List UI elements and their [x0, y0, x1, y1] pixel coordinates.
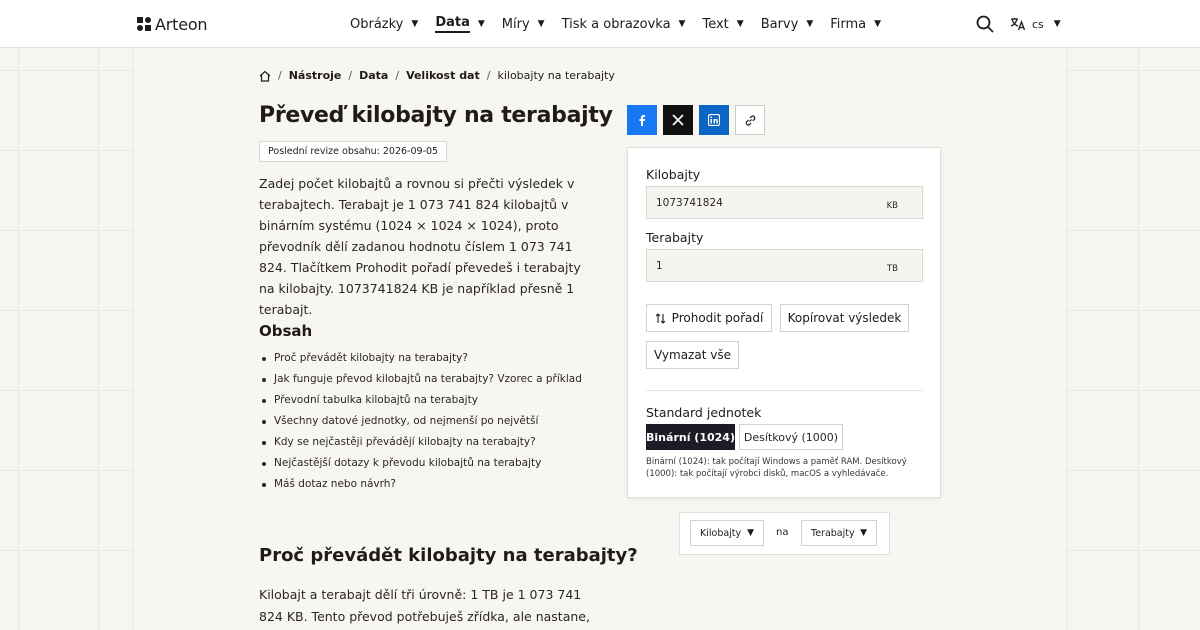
nav-item-obrazky[interactable]: Obrázky ▼ [350, 0, 418, 48]
home-icon[interactable] [259, 70, 271, 82]
toc-link[interactable]: Nejčastější dotazy k převodu kilobajtů n… [259, 453, 599, 474]
share-linkedin-button[interactable] [699, 105, 729, 135]
kilobytes-input[interactable]: 1073741824 KB [646, 186, 923, 219]
kilobytes-unit-suffix: KB [886, 201, 898, 211]
caret-down-icon: ▼ [678, 19, 686, 29]
caret-down-icon: ▼ [411, 19, 419, 29]
kilobytes-input-value: 1073741824 [656, 197, 723, 209]
breadcrumb-item-velikost-dat[interactable]: Velikost dat [406, 69, 480, 82]
share-facebook-button[interactable] [627, 105, 657, 135]
section-paragraph: Kilobajt a terabajt dělí tři úrovně: 1 T… [259, 587, 590, 624]
toc-title: Obsah [259, 322, 313, 340]
nav-item-label: Obrázky [350, 16, 404, 32]
toc-link[interactable]: Jak funguje převod kilobajtů na terabajt… [259, 369, 599, 390]
terabytes-unit-suffix: TB [886, 264, 898, 274]
swap-order-label: Prohodit pořadí [671, 311, 764, 325]
copy-link-button[interactable] [735, 105, 765, 135]
linkedin-icon [708, 114, 720, 126]
top-navigation-bar: Arteon Obrázky ▼ Data ▼ Míry ▼ Tisk a ob… [0, 0, 1200, 48]
breadcrumb-item-nastroje[interactable]: Nástroje [289, 69, 342, 82]
nav-item-label: Tisk a obrazovka [561, 16, 671, 32]
binary-standard-toggle[interactable]: Binární (1024) [646, 424, 735, 450]
nav-item-barvy[interactable]: Barvy ▼ [761, 0, 814, 48]
share-x-button[interactable] [663, 105, 693, 135]
swap-order-button[interactable]: Prohodit pořadí [646, 304, 772, 332]
nav-item-label: Míry [501, 16, 530, 32]
toc-link[interactable]: Kdy se nejčastěji převádějí kilobajty na… [259, 432, 599, 453]
caret-down-icon: ▼ [874, 19, 882, 29]
caret-down-icon: ▼ [537, 19, 545, 29]
unit-standard-note: Binární (1024): tak počítají Windows a p… [646, 457, 907, 479]
to-unit-label: Terabajty [646, 230, 704, 245]
from-unit-select[interactable]: Kilobajty ▼ [690, 520, 764, 546]
caret-down-icon: ▼ [747, 528, 754, 538]
language-switcher[interactable]: cs ▼ [1010, 15, 1061, 33]
toc-link[interactable]: Převodní tabulka kilobajtů na terabajty [259, 390, 599, 411]
nav-item-tisk-a-obrazovka[interactable]: Tisk a obrazovka ▼ [562, 0, 686, 48]
to-unit-select[interactable]: Terabajty ▼ [801, 520, 877, 546]
caret-down-icon: ▼ [806, 19, 814, 29]
intro-paragraph: Zadej počet kilobajtů a rovnou si přečti… [259, 176, 581, 317]
revision-badge: Poslední revize obsahu: 2026-09-05 [259, 141, 448, 162]
nav-item-label: Data [435, 15, 470, 33]
terabytes-input-value: 1 [656, 260, 663, 272]
toc-link[interactable]: Máš dotaz nebo návrh? [259, 474, 599, 495]
decimal-standard-toggle[interactable]: Desítkový (1000) [739, 424, 843, 450]
nav-item-firma[interactable]: Firma ▼ [830, 0, 881, 48]
copy-result-button[interactable]: Kopírovat výsledek [780, 304, 909, 332]
nav-item-label: Firma [830, 16, 867, 32]
to-unit-select-value: Terabajty [811, 527, 855, 539]
breadcrumb-separator: / [348, 69, 353, 82]
main-nav: Obrázky ▼ Data ▼ Míry ▼ Tisk a obrazovka… [350, 0, 898, 48]
from-unit-select-value: Kilobajty [700, 527, 742, 539]
x-logo-icon [672, 114, 684, 126]
page-title: Převeď kilobajty na terabajty [259, 103, 613, 128]
unit-pair-connector: na [776, 527, 789, 538]
nav-item-label: Text [702, 16, 729, 32]
caret-down-icon: ▼ [1053, 19, 1061, 29]
breadcrumb-item-data[interactable]: Data [359, 69, 388, 82]
brand-logo-icon [137, 17, 151, 31]
caret-down-icon: ▼ [736, 19, 744, 29]
nav-item-data[interactable]: Data ▼ [435, 0, 485, 48]
toc-link[interactable]: Všechny datové jednotky, od nejmenší po … [259, 411, 599, 432]
unit-standard-label: Standard jednotek [646, 405, 762, 420]
breadcrumb: / Nástroje / Data / Velikost dat / kilob… [259, 69, 615, 82]
brand-logo[interactable]: Arteon [137, 14, 208, 34]
translate-icon [1010, 18, 1026, 31]
breadcrumb-current: kilobajty na terabajty [497, 69, 615, 82]
breadcrumb-separator: / [278, 69, 282, 82]
from-unit-label: Kilobajty [646, 167, 701, 182]
converter-divider [646, 390, 923, 391]
nav-item-text[interactable]: Text ▼ [702, 0, 743, 48]
link-icon [745, 114, 755, 126]
clear-all-button[interactable]: Vymazat vše [646, 341, 739, 369]
nav-item-miry[interactable]: Míry ▼ [502, 0, 545, 48]
breadcrumb-separator: / [486, 69, 491, 82]
breadcrumb-separator: / [395, 69, 400, 82]
language-code: cs [1032, 17, 1044, 31]
toc-list: Proč převádět kilobajty na terabajty? Ja… [259, 348, 599, 495]
copy-result-label: Kopírovat výsledek [787, 311, 902, 325]
swap-arrows-icon [655, 312, 666, 324]
caret-down-icon: ▼ [477, 19, 485, 29]
toc-link[interactable]: Proč převádět kilobajty na terabajty? [259, 348, 599, 369]
nav-item-label: Barvy [760, 16, 799, 32]
caret-down-icon: ▼ [860, 528, 867, 538]
facebook-icon [639, 115, 645, 126]
brand-name: Arteon [155, 14, 208, 34]
terabytes-input[interactable]: 1 TB [646, 249, 923, 282]
search-icon[interactable] [976, 15, 994, 33]
section-heading: Proč převádět kilobajty na terabajty? [259, 545, 638, 566]
clear-all-label: Vymazat vše [654, 348, 731, 362]
